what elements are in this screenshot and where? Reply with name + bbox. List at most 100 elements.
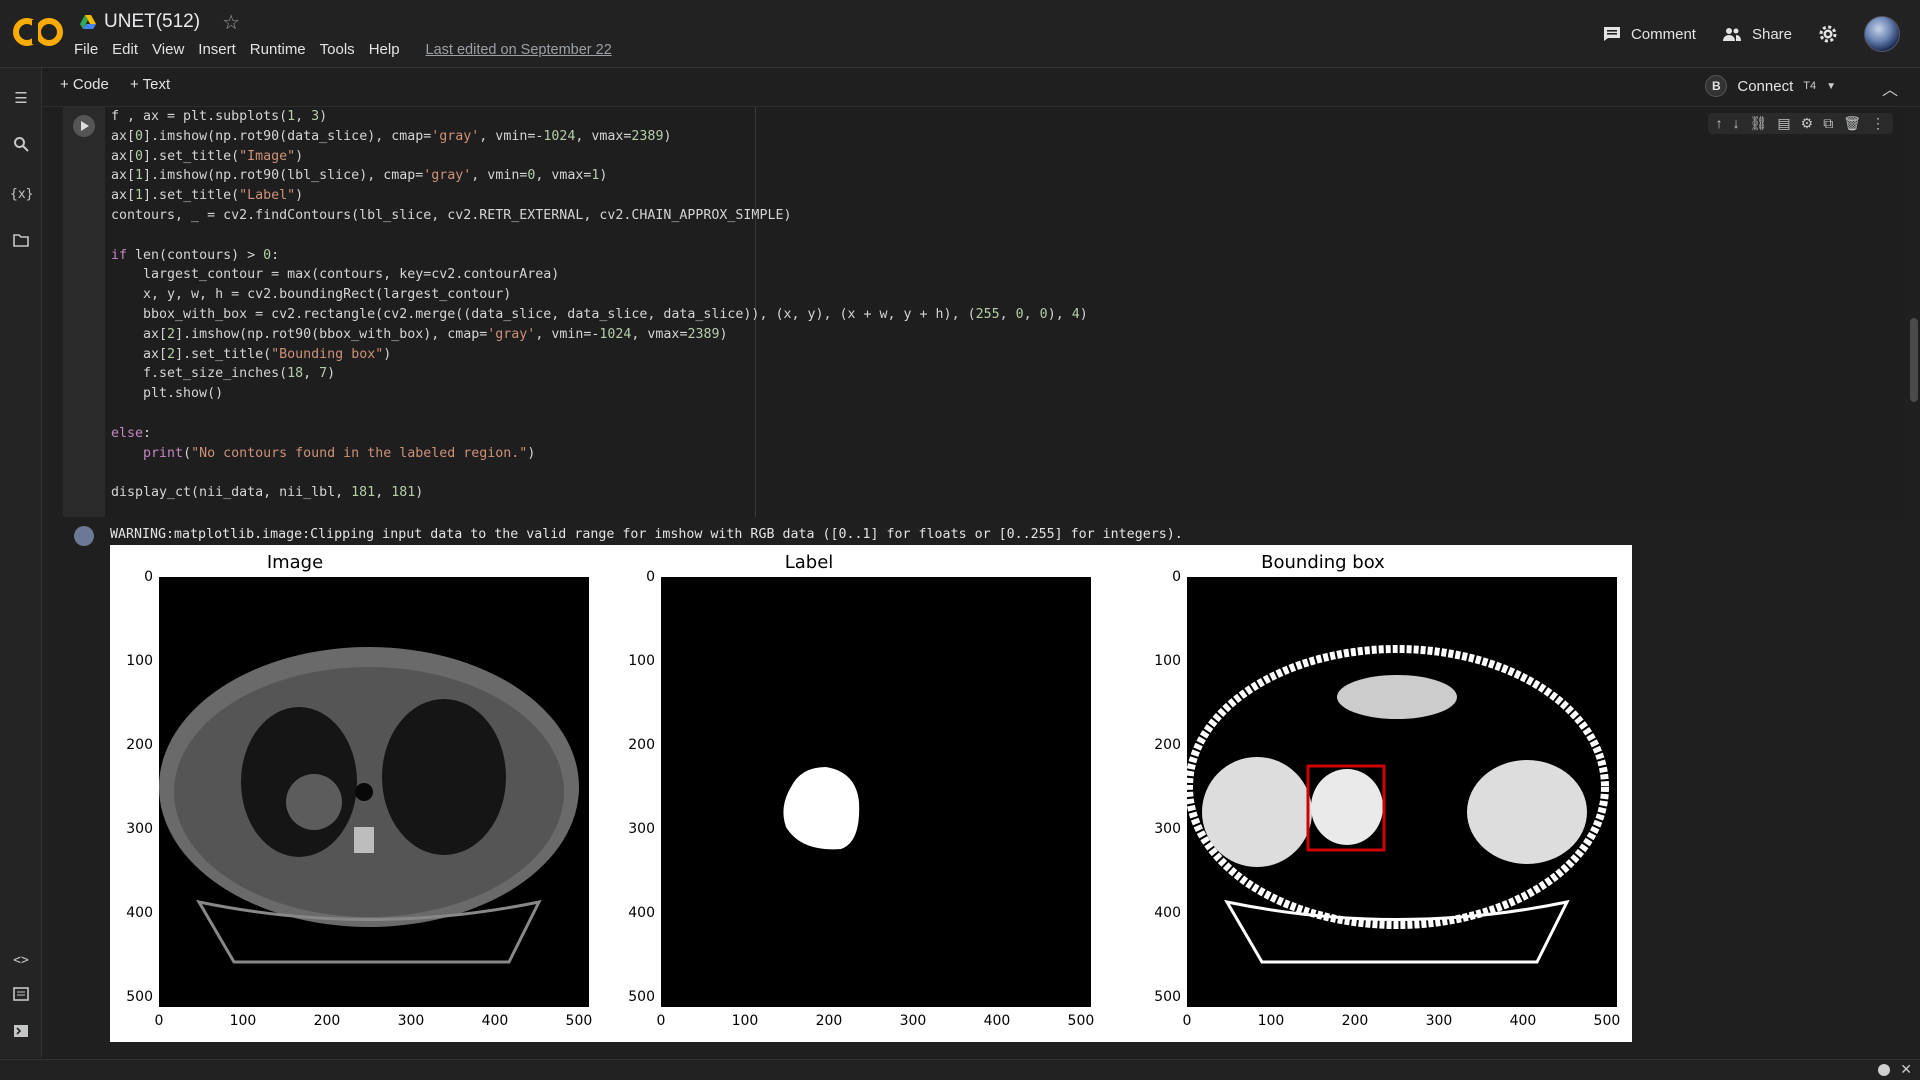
- output-gutter: [63, 521, 105, 1051]
- cell-gutter: [63, 107, 105, 517]
- code-snippets-icon[interactable]: <>: [10, 950, 32, 972]
- y-tick-label: 400: [126, 904, 153, 921]
- settings-icon[interactable]: ⚙: [1801, 115, 1814, 132]
- x-tick-label: 300: [1425, 1013, 1453, 1029]
- settings-gear-icon[interactable]: [1818, 24, 1838, 44]
- x-tick-label: 0: [1182, 1013, 1192, 1029]
- menu-file[interactable]: File: [74, 41, 106, 58]
- y-tick-label: 400: [1154, 904, 1181, 921]
- y-tick-label: 500: [126, 988, 153, 1005]
- x-tick-label: 0: [656, 1013, 666, 1029]
- subplot-title: Image: [266, 552, 324, 573]
- more-vert-icon[interactable]: ⋮: [1871, 115, 1885, 132]
- connect-button[interactable]: Connect: [1737, 78, 1793, 95]
- subplot-bounding-box: Bounding box: [1138, 545, 1618, 1042]
- menu-insert[interactable]: Insert: [198, 41, 244, 58]
- last-edited-link[interactable]: Last edited on September 22: [426, 42, 612, 58]
- bounding-box-image: [1185, 577, 1617, 1007]
- y-tick-label: 0: [144, 569, 153, 585]
- subplot-label: Label: [624, 545, 1104, 1042]
- comment-label: Comment: [1630, 25, 1696, 43]
- x-tick-label: 200: [1341, 1013, 1369, 1029]
- google-drive-icon: [80, 15, 96, 29]
- subplot-title: Bounding box: [1261, 552, 1385, 573]
- menu-view[interactable]: View: [152, 41, 192, 58]
- subplot-title: Label: [784, 552, 834, 573]
- add-text-button[interactable]: + Text: [130, 76, 170, 93]
- connect-area: B Connect T4 ▼: [1705, 75, 1836, 97]
- code-editor[interactable]: f , ax = plt.subplots(1, 3) ax[0].imshow…: [111, 107, 1088, 503]
- status-indicator-icon: [1878, 1064, 1890, 1076]
- menu-help[interactable]: Help: [369, 41, 408, 58]
- backend-badge: B: [1705, 75, 1728, 97]
- x-tick-label: 0: [154, 1013, 164, 1029]
- header: UNET(512) ☆ File Edit View Insert Runtim…: [0, 0, 1920, 68]
- x-tick-label: 300: [899, 1013, 927, 1029]
- command-palette-icon[interactable]: [10, 986, 32, 1008]
- y-tick-label: 300: [1154, 820, 1181, 837]
- search-icon[interactable]: [10, 136, 32, 158]
- y-tick-label: 300: [126, 820, 153, 837]
- run-cell-button[interactable]: [73, 115, 95, 137]
- status-bar: ✕: [0, 1059, 1920, 1080]
- comment-icon[interactable]: ▤: [1777, 115, 1790, 132]
- y-tick-label: 200: [126, 736, 153, 753]
- chevron-up-icon[interactable]: ︿: [1882, 76, 1898, 100]
- x-tick-label: 200: [815, 1013, 843, 1029]
- star-icon[interactable]: ☆: [222, 10, 240, 35]
- y-tick-label: 500: [628, 988, 655, 1005]
- output-actions-icon[interactable]: [74, 526, 94, 546]
- move-up-icon[interactable]: ↑: [1716, 115, 1723, 132]
- menu-edit[interactable]: Edit: [112, 41, 146, 58]
- subplot-image: Image: [110, 545, 590, 1042]
- runtime-type-label: T4: [1803, 80, 1817, 92]
- table-of-contents-icon[interactable]: ☰: [10, 88, 32, 110]
- matplotlib-figure: Image Label Bounding box 0 100 200 300 4…: [110, 545, 1632, 1042]
- cell-toolbar: ↑ ↓ ⛓ ▤ ⚙ ⧉ 🗑 ⋮: [1707, 113, 1893, 134]
- y-tick-label: 300: [628, 820, 655, 837]
- notebook-title[interactable]: UNET(512): [104, 11, 200, 33]
- people-icon: [1722, 28, 1741, 41]
- x-tick-label: 500: [1067, 1013, 1095, 1029]
- y-tick-label: 0: [1172, 569, 1181, 585]
- y-tick-label: 200: [628, 736, 655, 753]
- x-tick-label: 100: [731, 1013, 759, 1029]
- x-tick-label: 500: [565, 1013, 593, 1029]
- title-row: UNET(512) ☆: [80, 9, 240, 35]
- share-label: Share: [1751, 25, 1792, 43]
- x-tick-label: 100: [1257, 1013, 1285, 1029]
- code-cell[interactable]: f , ax = plt.subplots(1, 3) ax[0].imshow…: [63, 107, 1903, 517]
- folder-icon[interactable]: [10, 232, 32, 254]
- y-tick-label: 0: [646, 569, 655, 585]
- menu-tools[interactable]: Tools: [320, 41, 363, 58]
- scrollbar[interactable]: [1910, 318, 1918, 402]
- user-avatar[interactable]: [1864, 16, 1900, 52]
- comment-button[interactable]: Comment: [1603, 26, 1696, 43]
- menu-runtime[interactable]: Runtime: [250, 41, 314, 58]
- terminal-icon[interactable]: [10, 1023, 32, 1045]
- share-button[interactable]: Share: [1722, 26, 1792, 43]
- mirror-cell-icon[interactable]: ⧉: [1823, 115, 1833, 132]
- chevron-down-icon[interactable]: ▼: [1826, 81, 1836, 92]
- variables-icon[interactable]: {x}: [10, 184, 33, 206]
- comment-icon: [1603, 27, 1620, 41]
- y-tick-label: 500: [1154, 988, 1181, 1005]
- x-tick-label: 200: [313, 1013, 341, 1029]
- delete-icon[interactable]: 🗑: [1843, 115, 1861, 132]
- menu-bar: File Edit View Insert Runtime Tools Help…: [74, 41, 612, 58]
- y-tick-label: 400: [628, 904, 655, 921]
- close-icon[interactable]: ✕: [1900, 1061, 1912, 1078]
- x-tick-label: 300: [397, 1013, 425, 1029]
- y-tick-label: 100: [628, 652, 655, 669]
- x-tick-label: 100: [229, 1013, 257, 1029]
- warning-output: WARNING:matplotlib.image:Clipping input …: [110, 527, 1183, 542]
- x-tick-label: 500: [1593, 1013, 1621, 1029]
- ct-image: [159, 577, 589, 1007]
- header-actions: Comment Share: [1603, 16, 1900, 52]
- link-icon[interactable]: ⛓: [1750, 115, 1768, 132]
- left-sidebar: ☰ {x} <>: [0, 68, 42, 1058]
- move-down-icon[interactable]: ↓: [1733, 115, 1740, 132]
- y-tick-label: 100: [126, 652, 153, 669]
- add-code-button[interactable]: + Code: [60, 76, 109, 93]
- colab-logo-icon[interactable]: [12, 14, 64, 50]
